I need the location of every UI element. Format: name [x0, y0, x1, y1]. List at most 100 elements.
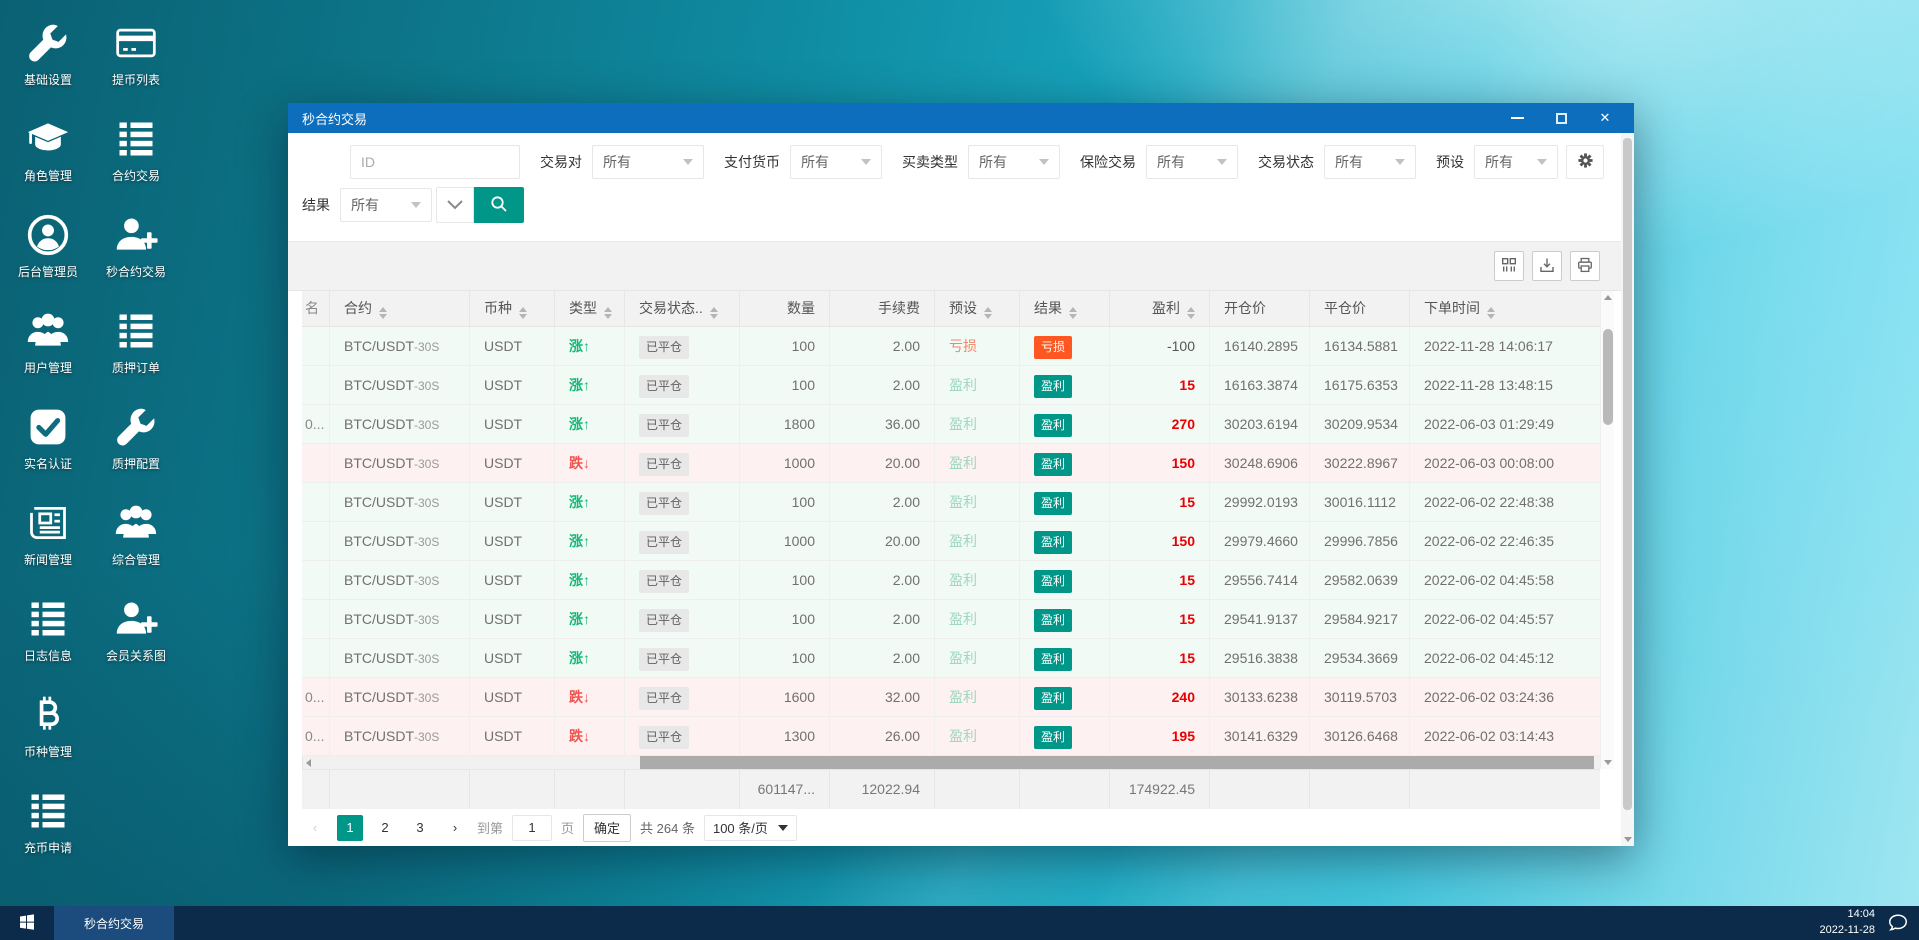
chat-bubble-icon[interactable]	[1887, 912, 1909, 934]
col-header-profit[interactable]: 盈利	[1110, 291, 1210, 327]
vscroll-thumb[interactable]	[1603, 329, 1613, 425]
col-header-type[interactable]: 类型	[555, 291, 625, 327]
search-button[interactable]	[474, 187, 524, 223]
sort-icon[interactable]	[519, 307, 527, 319]
filter-label: 预设	[1436, 154, 1464, 170]
prev-page-button[interactable]: ‹	[302, 815, 328, 841]
cell-close: 30016.1112	[1310, 483, 1410, 522]
cell-user	[302, 366, 330, 405]
desktop-icon-second-contract[interactable]: 秒合约交易	[92, 198, 180, 294]
table-row[interactable]: 0... BTC/USDT-30S USDT 跌↓ 已平仓 1300 26.00 盈利 盈利 19…	[302, 717, 1600, 756]
export-button[interactable]	[1532, 251, 1562, 281]
filter-group-4: 交易状态 所有	[1258, 145, 1416, 179]
desktop-icon-pledge-config[interactable]: 质押配置	[92, 390, 180, 486]
sort-icon[interactable]	[984, 307, 992, 319]
filter-select[interactable]: 所有	[968, 145, 1060, 179]
cell-close: 29584.9217	[1310, 600, 1410, 639]
sort-icon[interactable]	[1487, 307, 1495, 319]
per-page-select[interactable]: 100 条/页	[703, 814, 797, 841]
filter-select[interactable]: 所有	[1146, 145, 1238, 179]
sort-icon[interactable]	[1187, 307, 1195, 319]
id-input[interactable]	[350, 145, 520, 179]
filter-select[interactable]: 所有	[790, 145, 882, 179]
col-header-preset[interactable]: 预设	[935, 291, 1020, 327]
desktop-icon-contract-trade[interactable]: 合约交易	[92, 102, 180, 198]
table-row[interactable]: BTC/USDT-30S USDT 涨↑ 已平仓 100 2.00 盈利 盈利 15 29992.…	[302, 483, 1600, 522]
taskbar-item-active[interactable]: 秒合约交易	[54, 906, 175, 940]
close-button[interactable]: ✕	[1598, 110, 1612, 125]
col-header-result[interactable]: 结果	[1020, 291, 1110, 327]
table-row[interactable]: BTC/USDT-30S USDT 涨↑ 已平仓 100 2.00 盈利 盈利 15 29556.…	[302, 561, 1600, 600]
next-page-button[interactable]: ›	[442, 815, 468, 841]
desktop-icon-pledge-orders[interactable]: 质押订单	[92, 294, 180, 390]
table-vertical-scrollbar[interactable]	[1600, 291, 1614, 769]
filter-select[interactable]: 所有	[1324, 145, 1416, 179]
desktop-icon-news-manage[interactable]: 新闻管理	[4, 486, 92, 582]
scroll-up-arrow-icon[interactable]	[1604, 295, 1612, 300]
desktop-icon-deposit-apply[interactable]: 充币申请	[4, 774, 92, 870]
header-label: 交易状态..	[639, 300, 703, 316]
scroll-down-arrow-icon[interactable]	[1624, 837, 1632, 842]
col-header-coin[interactable]: 币种	[470, 291, 555, 327]
sort-icon[interactable]	[1069, 307, 1077, 319]
filter-select[interactable]: 所有	[1474, 145, 1558, 179]
goto-page-input[interactable]	[512, 814, 553, 841]
table-row[interactable]: BTC/USDT-30S USDT 跌↓ 已平仓 1000 20.00 盈利 盈利 150 302…	[302, 444, 1600, 483]
table-row[interactable]: BTC/USDT-30S USDT 涨↑ 已平仓 100 2.00 盈利 盈利 15 29516.…	[302, 639, 1600, 678]
windows-logo-icon	[19, 913, 35, 933]
table-row[interactable]: 0... BTC/USDT-30S USDT 跌↓ 已平仓 1600 32.00 盈利 盈利 24…	[302, 678, 1600, 717]
collapse-filter-button[interactable]	[436, 187, 474, 223]
maximize-button[interactable]	[1554, 111, 1568, 125]
cell-open: 29979.4660	[1210, 522, 1310, 561]
print-button[interactable]	[1570, 251, 1600, 281]
desktop-icon-user-manage[interactable]: 用户管理	[4, 294, 92, 390]
result-select[interactable]: 所有	[340, 188, 432, 222]
sort-icon[interactable]	[709, 307, 718, 319]
confirm-page-button[interactable]: 确定	[583, 813, 632, 842]
window-scroll-thumb[interactable]	[1623, 138, 1632, 810]
table-row[interactable]: BTC/USDT-30S USDT 涨↑ 已平仓 1000 20.00 盈利 盈利 150 299…	[302, 522, 1600, 561]
scroll-left-arrow-icon[interactable]	[306, 759, 311, 767]
page-button-2[interactable]: 2	[372, 815, 398, 841]
taskbar-clock[interactable]: 14:04 2022-11-28	[1820, 907, 1875, 939]
sort-icon[interactable]	[604, 307, 612, 319]
cell-status: 已平仓	[625, 600, 740, 639]
start-button[interactable]	[0, 906, 54, 940]
col-header-status[interactable]: 交易状态..	[625, 291, 740, 327]
table-row[interactable]: BTC/USDT-30S USDT 涨↑ 已平仓 100 2.00 盈利 盈利 15 29541.…	[302, 600, 1600, 639]
window-scrollbar[interactable]	[1621, 133, 1634, 846]
col-header-fee: 手续费	[830, 291, 935, 327]
col-header-contract[interactable]: 合约	[330, 291, 470, 327]
table-row[interactable]: BTC/USDT-30S USDT 涨↑ 已平仓 100 2.00 盈利 盈利 15 16163.…	[302, 366, 1600, 405]
desktop-icon-withdraw-list[interactable]: 提币列表	[92, 6, 180, 102]
header-label: 下单时间	[1424, 300, 1480, 316]
cell-type: 涨↑	[555, 522, 625, 561]
hscroll-thumb[interactable]	[640, 756, 1594, 769]
desktop-icon-log-info[interactable]: 日志信息	[4, 582, 92, 678]
col-header-time[interactable]: 下单时间	[1410, 291, 1600, 327]
desktop-icon-general-manage[interactable]: 综合管理	[92, 486, 180, 582]
column-filter-button[interactable]	[1494, 251, 1524, 281]
desktop-icon-coin-manage[interactable]: 币种管理	[4, 678, 92, 774]
filter-select[interactable]: 所有	[592, 145, 704, 179]
desktop-icon-role-manage[interactable]: 角色管理	[4, 102, 92, 198]
desktop-icon-base-settings[interactable]: 基础设置	[4, 6, 92, 102]
page-button-1[interactable]: 1	[337, 814, 363, 841]
filter-row-2: 结果 所有	[302, 187, 1634, 223]
settings-button[interactable]	[1566, 145, 1604, 179]
desktop-icon-member-graph[interactable]: 会员关系图	[92, 582, 180, 678]
cell-contract: BTC/USDT-30S	[330, 561, 470, 600]
cell-profit: 270	[1110, 405, 1210, 444]
window-titlebar[interactable]: 秒合约交易 ✕	[288, 103, 1634, 133]
desktop-icon-backend-admin[interactable]: 后台管理员	[4, 198, 92, 294]
table-row[interactable]: 0... BTC/USDT-30S USDT 涨↑ 已平仓 1800 36.00 盈利 盈利 27…	[302, 405, 1600, 444]
sort-icon[interactable]	[379, 307, 387, 319]
horizontal-scrollbar[interactable]	[302, 756, 1600, 769]
table-row[interactable]: BTC/USDT-30S USDT 涨↑ 已平仓 100 2.00 亏损 亏损 -100 1614…	[302, 327, 1600, 366]
desktop-icon-kyc[interactable]: 实名认证	[4, 390, 92, 486]
minimize-button[interactable]	[1510, 111, 1524, 125]
page-button-3[interactable]: 3	[407, 815, 433, 841]
scroll-down-arrow-icon[interactable]	[1604, 760, 1612, 765]
cell-contract: BTC/USDT-30S	[330, 639, 470, 678]
news-icon	[25, 500, 71, 546]
